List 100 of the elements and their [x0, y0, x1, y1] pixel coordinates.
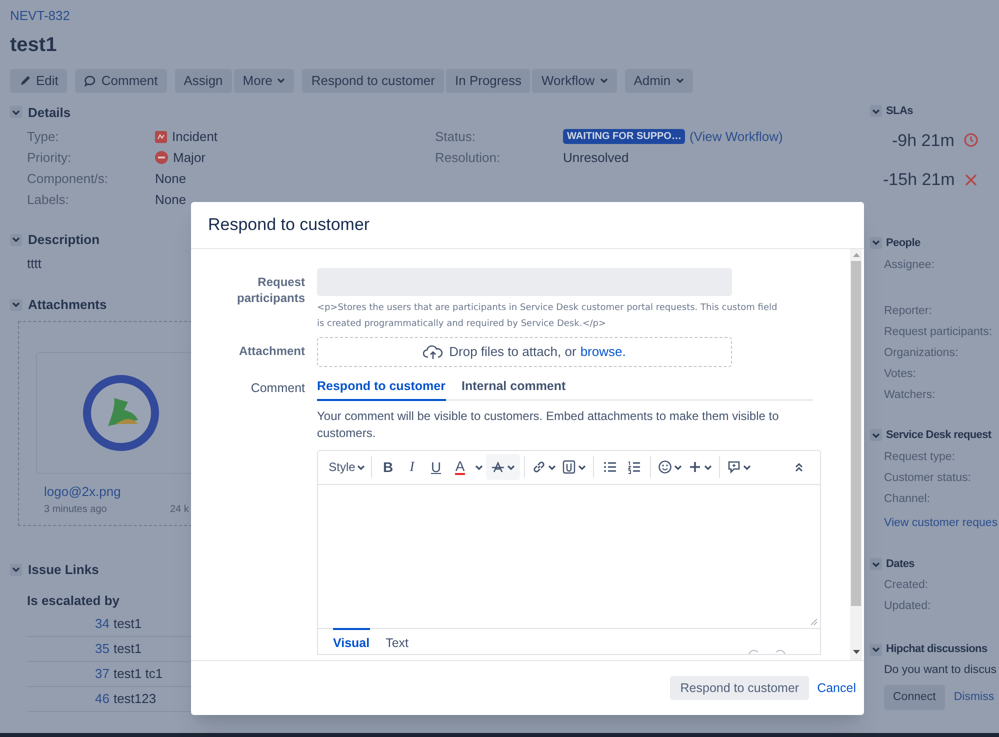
- style-dropdown[interactable]: Style: [327, 454, 367, 480]
- field-label: Labels:: [27, 190, 70, 209]
- collapse-toggle[interactable]: [870, 105, 882, 118]
- comment-tab[interactable]: Internal comment: [462, 377, 566, 401]
- chevron-down-icon: [872, 108, 880, 114]
- scroll-up-arrow-icon: [852, 253, 860, 257]
- field-label: Resolution:: [435, 148, 502, 167]
- cancel-link[interactable]: Cancel: [817, 678, 856, 698]
- no-entry-icon: [155, 151, 168, 164]
- description-text: tttt: [26, 254, 42, 272]
- underline-button[interactable]: U: [424, 454, 448, 480]
- issue-key-link[interactable]: 46: [95, 689, 110, 709]
- toolbar-button[interactable]: Comment: [75, 68, 167, 92]
- linked-issue-summary: test1: [113, 640, 142, 658]
- field-help-text: <p>Stores the users that are participants in Service Desk customer portal requests. This custom field is created programmatically and required by Service Desk.</p>: [317, 302, 778, 331]
- field-label: Request type:: [883, 450, 955, 464]
- collapse-toggle[interactable]: [10, 106, 22, 118]
- incident-icon: [155, 130, 167, 142]
- chevron-down-icon: [872, 562, 880, 566]
- bold-button[interactable]: B: [376, 454, 400, 480]
- toolbar-button[interactable]: Workflow: [532, 68, 617, 92]
- attachment-filename-link[interactable]: logo@2x.png: [44, 482, 121, 501]
- attachment-size: 24 k: [170, 503, 189, 517]
- toolbar-button[interactable]: More: [234, 68, 294, 92]
- field-label: Comment: [250, 381, 305, 395]
- field-label: Updated:: [883, 599, 931, 614]
- section-heading: Issue Links: [28, 561, 99, 579]
- scrollbar-thumb[interactable]: [851, 261, 861, 606]
- section-heading: SLAs: [886, 104, 913, 119]
- view-customer-request-link[interactable]: View customer reques: [870, 514, 998, 532]
- collapse-toggle[interactable]: [10, 564, 22, 576]
- chevron-down-icon: [357, 464, 366, 470]
- issue-key-link[interactable]: NEVT-832: [10, 6, 70, 26]
- cloud-upload-icon: [423, 344, 444, 360]
- italic-button[interactable]: I: [400, 454, 424, 480]
- field-label: Organizations:: [883, 346, 958, 361]
- resize-grip-icon: [810, 618, 818, 626]
- issue-key-link[interactable]: 34: [95, 614, 110, 634]
- field-label: Request participants: [236, 275, 305, 305]
- connect-button[interactable]: Connect: [884, 685, 945, 710]
- browse-link[interactable]: browse.: [580, 342, 626, 362]
- field-value: Unresolved: [563, 148, 629, 167]
- field-value: Major: [173, 148, 206, 167]
- field-label: Request participants:: [883, 325, 992, 340]
- field-label: Type:: [27, 128, 60, 146]
- comment-tab[interactable]: Respond to customer: [317, 377, 446, 401]
- issue-title: test1: [10, 32, 57, 56]
- editor-mode-tab[interactable]: Text: [386, 628, 409, 652]
- section-heading: Hipchat discussions: [886, 642, 988, 658]
- attachment-time: 3 minutes ago: [44, 503, 108, 517]
- collapse-toggle[interactable]: [10, 234, 22, 246]
- toolbar-button[interactable]: Respond to customer: [302, 68, 444, 92]
- field-label: Assignee:: [883, 258, 935, 273]
- section-heading: Description: [28, 231, 100, 249]
- chevron-down-icon: [743, 464, 751, 470]
- sla-time: -9h 21m: [892, 130, 954, 152]
- view-workflow-link[interactable]: (View Workflow): [689, 126, 783, 146]
- cross-icon: [964, 174, 977, 186]
- chevron-down-icon: [872, 240, 880, 246]
- dismiss-link[interactable]: Dismiss: [954, 688, 994, 706]
- clock-icon: [964, 133, 978, 148]
- toolbar-button[interactable]: Edit: [10, 68, 68, 92]
- dialog-title: Respond to customer: [208, 214, 370, 236]
- file-dropzone[interactable]: Drop files to attach, or browse.: [317, 337, 732, 367]
- field-value: None: [155, 190, 186, 209]
- field-label: Status:: [435, 128, 476, 146]
- section-heading: Dates: [886, 556, 914, 572]
- linked-issue-summary: test1 tc1: [113, 665, 163, 684]
- toolbar-button[interactable]: Admin: [624, 68, 693, 92]
- chevron-down-icon: [872, 647, 880, 652]
- field-label: Channel:: [883, 492, 930, 506]
- collapse-toggle[interactable]: [870, 558, 882, 570]
- collapse-toggle[interactable]: [10, 298, 22, 311]
- field-label: Created:: [883, 578, 928, 594]
- field-label: Watchers:: [883, 388, 936, 403]
- submit-button[interactable]: Respond to customer: [670, 676, 810, 700]
- comment-visibility-note: Your comment will be visible to customers. Embed attachments to make them visible to customers.: [317, 408, 780, 442]
- scrollbar[interactable]: [850, 249, 862, 660]
- hipchat-prompt: Do you want to discus: [883, 662, 997, 678]
- toolbar-button[interactable]: In Progress: [446, 68, 530, 92]
- field-label: Attachment: [238, 344, 305, 358]
- editor-mode-tab[interactable]: Visual: [333, 628, 370, 652]
- chevron-down-icon: [674, 464, 682, 470]
- issue-key-link[interactable]: 35: [95, 639, 110, 659]
- section-heading: Service Desk request: [886, 428, 992, 443]
- field-label: Priority:: [27, 148, 72, 167]
- chevron-down-icon: [475, 464, 483, 470]
- collapse-toggle[interactable]: [870, 644, 882, 656]
- collapse-toggle[interactable]: [870, 429, 882, 442]
- section-heading: Details: [28, 104, 71, 122]
- collapse-toggle[interactable]: [870, 236, 882, 249]
- text-format-dropdown[interactable]: [486, 454, 520, 480]
- text-color-button[interactable]: A: [448, 454, 472, 480]
- redo-icon: [775, 646, 787, 655]
- chevron-down-icon: [704, 464, 712, 470]
- chevron-down-icon: [12, 110, 20, 115]
- toolbar-button[interactable]: Assign: [174, 68, 232, 92]
- issue-key-link[interactable]: 37: [95, 664, 110, 684]
- linked-issue-summary: test1: [113, 615, 142, 634]
- pencil-icon: [19, 74, 31, 86]
